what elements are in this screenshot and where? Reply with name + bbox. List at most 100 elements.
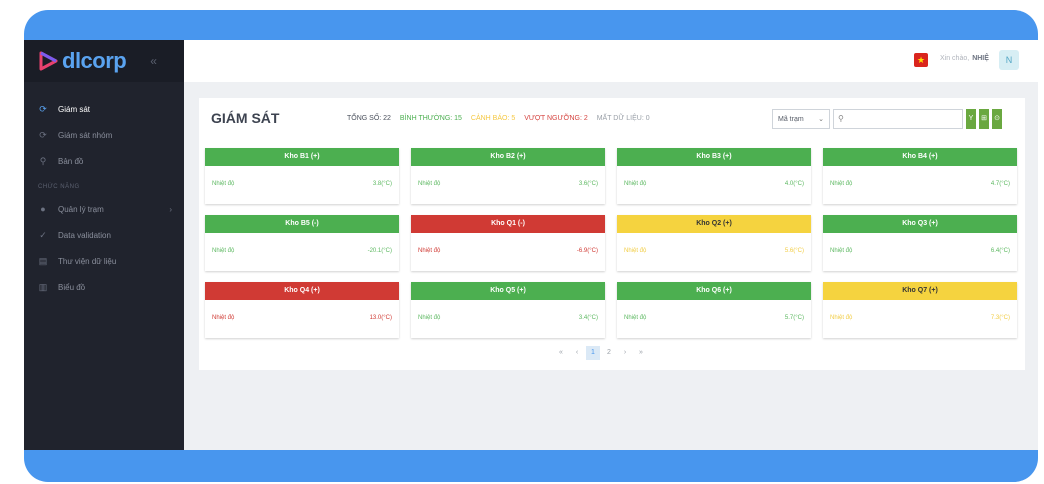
search-input[interactable]: ⚲ bbox=[833, 109, 963, 129]
map-icon: ⚲ bbox=[39, 155, 47, 166]
reading-value: 6.4(°C) bbox=[990, 248, 1010, 254]
station-name: Kho B5 (-) bbox=[205, 215, 399, 233]
sidebar-item-giam-sat-nhom[interactable]: ⟳ Giám sát nhóm bbox=[24, 122, 184, 148]
sidebar-item-label: Biểu đồ bbox=[58, 282, 86, 292]
station-name: Kho Q3 (+) bbox=[823, 215, 1017, 233]
station-card[interactable]: Kho B2 (+) Nhiệt độ 3.6(°C) bbox=[411, 148, 605, 204]
last-page-button[interactable]: » bbox=[634, 346, 648, 360]
station-reading: Nhiệt độ 7.3(°C) bbox=[823, 300, 1017, 336]
station-name: Kho Q6 (+) bbox=[617, 282, 811, 300]
page-button-1[interactable]: 1 bbox=[586, 346, 600, 360]
station-name: Kho Q2 (+) bbox=[617, 215, 811, 233]
reading-label: Nhiệt độ bbox=[418, 248, 441, 254]
station-name: Kho B3 (+) bbox=[617, 148, 811, 166]
collapse-icon[interactable]: « bbox=[150, 54, 157, 68]
station-card[interactable]: Kho B5 (-) Nhiệt độ -20.1(°C) bbox=[205, 215, 399, 271]
reading-label: Nhiệt độ bbox=[624, 181, 647, 187]
reading-value: 7.3(°C) bbox=[990, 315, 1010, 321]
station-reading: Nhiệt độ 3.8(°C) bbox=[205, 166, 399, 202]
station-card[interactable]: Kho Q5 (+) Nhiệt độ 3.4(°C) bbox=[411, 282, 605, 338]
station-card[interactable]: Kho B3 (+) Nhiệt độ 4.0(°C) bbox=[617, 148, 811, 204]
station-name: Kho B4 (+) bbox=[823, 148, 1017, 166]
sidebar-item-ban-do[interactable]: ⚲ Bản đồ bbox=[24, 148, 184, 174]
station-card[interactable]: Kho Q6 (+) Nhiệt độ 5.7(°C) bbox=[617, 282, 811, 338]
station-reading: Nhiệt độ 5.6(°C) bbox=[617, 233, 811, 269]
logo-text: dlcorp bbox=[62, 48, 127, 73]
reading-label: Nhiệt độ bbox=[418, 181, 441, 187]
chevron-right-icon: › bbox=[169, 204, 172, 214]
stat-normal[interactable]: BÌNH THƯỜNG: 15 bbox=[400, 115, 462, 122]
sidebar-item-giam-sat[interactable]: ⟳ Giám sát bbox=[24, 96, 184, 122]
status-summary: TỔNG SỐ: 22 BÌNH THƯỜNG: 15 CẢNH BÁO: 5 … bbox=[347, 115, 657, 122]
grid-view-button[interactable]: ⊞ bbox=[979, 109, 989, 129]
station-reading: Nhiệt độ 3.4(°C) bbox=[411, 300, 605, 336]
reading-label: Nhiệt độ bbox=[212, 315, 235, 321]
monitor-icon: ⟳ bbox=[39, 103, 47, 114]
reading-label: Nhiệt độ bbox=[212, 181, 235, 187]
reading-label: Nhiệt độ bbox=[624, 248, 647, 254]
chevron-down-icon: ⌄ bbox=[818, 116, 824, 123]
sidebar-item-quan-ly-tram[interactable]: ● Quản lý trạm › bbox=[24, 196, 184, 222]
stat-lost[interactable]: MẤT DỮ LIỆU: 0 bbox=[597, 115, 650, 122]
station-icon: ● bbox=[40, 204, 46, 214]
reading-value: 5.6(°C) bbox=[784, 248, 804, 254]
station-card[interactable]: Kho Q1 (-) Nhiệt độ -6.9(°C) bbox=[411, 215, 605, 271]
station-card[interactable]: Kho Q7 (+) Nhiệt độ 7.3(°C) bbox=[823, 282, 1017, 338]
stat-warning[interactable]: CẢNH BÁO: 5 bbox=[471, 115, 515, 122]
sidebar-item-label: Thư viện dữ liệu bbox=[58, 256, 117, 266]
station-reading: Nhiệt độ -20.1(°C) bbox=[205, 233, 399, 269]
first-page-button[interactable]: « bbox=[554, 346, 568, 360]
sidebar-item-bieu-do[interactable]: ▥ Biểu đồ bbox=[24, 274, 184, 300]
chart-icon: ▥ bbox=[38, 281, 48, 292]
station-card[interactable]: Kho Q3 (+) Nhiệt độ 6.4(°C) bbox=[823, 215, 1017, 271]
reading-value: -6.9(°C) bbox=[576, 248, 598, 254]
station-reading: Nhiệt độ 4.7(°C) bbox=[823, 166, 1017, 202]
top-bar: ★ Xin chào, NHIỆ N bbox=[184, 40, 1038, 82]
settings-button[interactable]: ⊙ bbox=[992, 109, 1002, 129]
reading-value: 3.4(°C) bbox=[578, 315, 598, 321]
flag-icon[interactable]: ★ bbox=[914, 53, 928, 67]
logo-icon bbox=[39, 51, 58, 71]
sidebar-function-nav: ● Quản lý trạm › ✓ Data validation ▤ Thư… bbox=[24, 196, 184, 300]
reading-label: Nhiệt độ bbox=[830, 315, 853, 321]
prev-page-button[interactable]: ‹ bbox=[570, 346, 584, 360]
next-page-button[interactable]: › bbox=[618, 346, 632, 360]
greeting-text: Xin chào, bbox=[940, 55, 970, 62]
reading-value: 3.8(°C) bbox=[372, 181, 392, 187]
select-value: Mã trạm bbox=[778, 116, 804, 123]
reading-value: 3.6(°C) bbox=[578, 181, 598, 187]
reading-label: Nhiệt độ bbox=[624, 315, 647, 321]
avatar[interactable]: N bbox=[999, 50, 1019, 70]
greeting: Xin chào, NHIỆ bbox=[940, 55, 989, 62]
station-code-select[interactable]: Mã trạm ⌄ bbox=[772, 109, 830, 129]
filter-button[interactable]: Y bbox=[966, 109, 976, 129]
station-card[interactable]: Kho B4 (+) Nhiệt độ 4.7(°C) bbox=[823, 148, 1017, 204]
sidebar-item-thu-vien[interactable]: ▤ Thư viện dữ liệu bbox=[24, 248, 184, 274]
sidebar-section-label: CHỨC NĂNG bbox=[38, 184, 80, 190]
station-reading: Nhiệt độ 6.4(°C) bbox=[823, 233, 1017, 269]
group-monitor-icon: ⟳ bbox=[39, 129, 47, 140]
station-name: Kho B1 (+) bbox=[205, 148, 399, 166]
panel-header: GIÁM SÁT TỔNG SỐ: 22 BÌNH THƯỜNG: 15 CẢN… bbox=[199, 98, 1025, 140]
station-name: Kho Q5 (+) bbox=[411, 282, 605, 300]
page-button-2[interactable]: 2 bbox=[602, 346, 616, 360]
sidebar-item-label: Bản đồ bbox=[58, 156, 84, 166]
reading-value: 4.0(°C) bbox=[784, 181, 804, 187]
station-reading: Nhiệt độ -6.9(°C) bbox=[411, 233, 605, 269]
reading-value: 13.0(°C) bbox=[369, 315, 392, 321]
stat-over[interactable]: VƯỢT NGƯỠNG: 2 bbox=[524, 115, 588, 122]
station-card[interactable]: Kho Q2 (+) Nhiệt độ 5.6(°C) bbox=[617, 215, 811, 271]
logo[interactable]: dlcorp « bbox=[24, 40, 184, 82]
search-icon: ⚲ bbox=[838, 114, 844, 123]
sidebar-item-data-validation[interactable]: ✓ Data validation bbox=[24, 222, 184, 248]
reading-label: Nhiệt độ bbox=[830, 248, 853, 254]
reading-label: Nhiệt độ bbox=[418, 315, 441, 321]
station-card[interactable]: Kho Q4 (+) Nhiệt độ 13.0(°C) bbox=[205, 282, 399, 338]
station-name: Kho Q4 (+) bbox=[205, 282, 399, 300]
station-reading: Nhiệt độ 3.6(°C) bbox=[411, 166, 605, 202]
frame: dlcorp « ⟳ Giám sát ⟳ Giám sát nhóm ⚲ Bả… bbox=[24, 10, 1038, 482]
page-title: GIÁM SÁT bbox=[211, 110, 280, 126]
user-name[interactable]: NHIỆ bbox=[972, 55, 989, 62]
station-card[interactable]: Kho B1 (+) Nhiệt độ 3.8(°C) bbox=[205, 148, 399, 204]
station-name: Kho Q7 (+) bbox=[823, 282, 1017, 300]
